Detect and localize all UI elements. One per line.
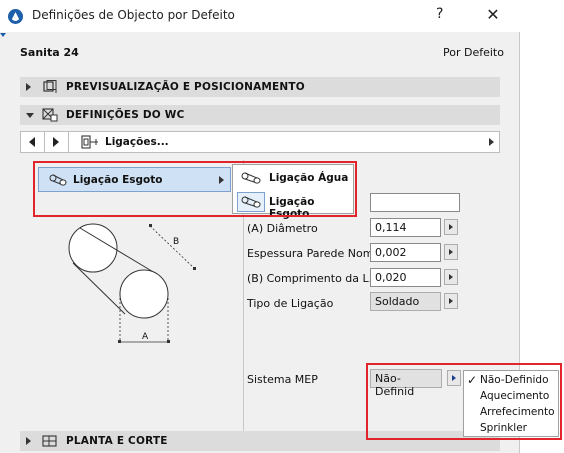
- page-menu-arrow-icon[interactable]: [489, 138, 494, 146]
- connection-type-select[interactable]: Soldado: [370, 292, 441, 311]
- preview-position-icon: [43, 80, 57, 93]
- page-navigator: Ligações...: [20, 131, 500, 153]
- previous-page-button[interactable]: [21, 132, 45, 152]
- plan-section-icon: [42, 435, 57, 447]
- section-wc-title: DEFINIÇÕES DO WC: [66, 109, 185, 121]
- dimension-label-a: A: [142, 332, 149, 342]
- highlight-box-mep: [366, 363, 562, 440]
- help-button[interactable]: ?: [436, 6, 443, 22]
- section-preview-header[interactable]: PREVISUALIZAÇÃO E POSICIONAMENTO: [20, 77, 500, 97]
- expand-arrow-icon: [26, 437, 31, 445]
- section-plan-title: PLANTA E CORTE: [66, 435, 168, 447]
- connection-type-label: Tipo de Ligação: [247, 297, 334, 310]
- arrow-left-icon: [29, 137, 35, 147]
- wall-thickness-label: Espessura Parede Nom...: [247, 247, 384, 260]
- expand-arrow-icon: [26, 83, 31, 91]
- length-label: (B) Comprimento da L...: [247, 272, 380, 285]
- page-selector-label[interactable]: Ligações...: [105, 136, 169, 148]
- collapse-arrow-icon: [26, 113, 34, 118]
- diameter-label: (A) Diâmetro: [247, 222, 318, 235]
- name-field[interactable]: [370, 193, 460, 212]
- object-name: Sanita 24: [20, 46, 79, 59]
- wall-thickness-field[interactable]: 0,002: [370, 243, 441, 262]
- mep-system-label: Sistema MEP: [247, 373, 318, 386]
- pipe-dimension-diagram: [68, 223, 196, 343]
- pipe-connection-icon: [241, 196, 261, 208]
- length-arrow-button[interactable]: [444, 269, 458, 285]
- section-preview-title: PREVISUALIZAÇÃO E POSICIONAMENTO: [66, 81, 305, 93]
- arrow-right-icon: [53, 137, 59, 147]
- close-button[interactable]: ✕: [478, 4, 508, 26]
- window-title: Definições de Objecto por Defeito: [32, 8, 235, 22]
- diameter-arrow-button[interactable]: [444, 219, 458, 235]
- wall-thickness-arrow-button[interactable]: [444, 244, 458, 260]
- connection-type-arrow-button[interactable]: [444, 293, 458, 309]
- highlight-box-menu: [33, 161, 357, 217]
- next-page-button[interactable]: [45, 132, 69, 152]
- wc-settings-icon: [42, 108, 58, 122]
- title-bar: Definições de Objecto por Defeito ? ✕: [0, 0, 520, 32]
- archicad-logo-icon: [8, 9, 23, 24]
- window-edge-marker-icon: [0, 33, 6, 37]
- section-wc-header[interactable]: DEFINIÇÕES DO WC: [20, 105, 500, 125]
- length-field[interactable]: 0,020: [370, 268, 441, 287]
- connections-icon: [81, 135, 98, 149]
- diameter-field[interactable]: 0,114: [370, 218, 441, 237]
- default-label: Por Defeito: [443, 46, 504, 59]
- dimension-label-b: B: [173, 237, 180, 247]
